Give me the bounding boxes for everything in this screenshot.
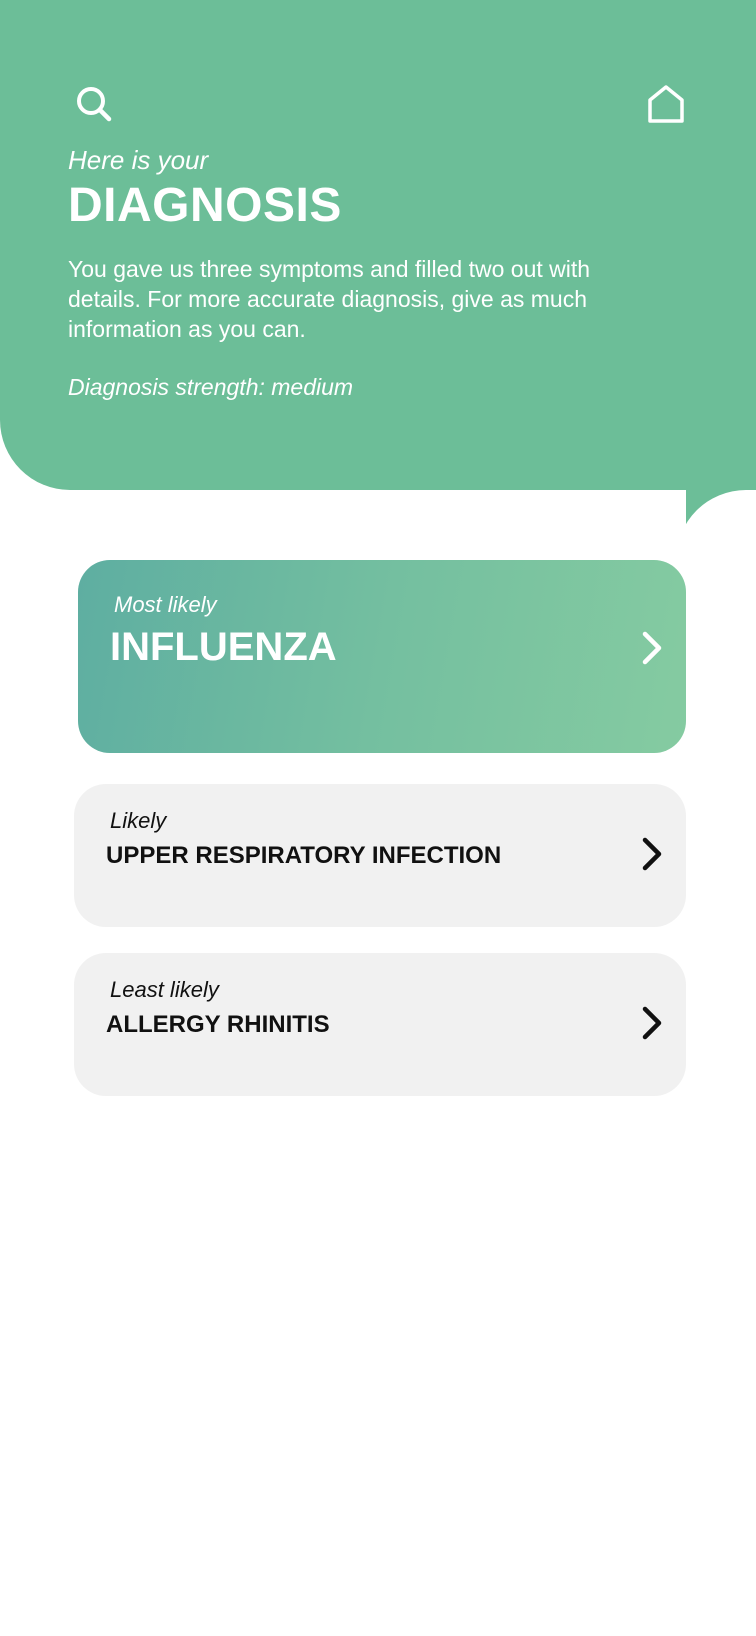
diagnosis-card-least-likely[interactable]: Least likely ALLERGY RHINITIS	[74, 953, 686, 1096]
home-icon	[648, 85, 684, 123]
diagnosis-name: UPPER RESPIRATORY INFECTION	[106, 842, 502, 869]
diagnosis-screen: Here is your DIAGNOSIS You gave us three…	[0, 0, 756, 1636]
header-pretitle: Here is your	[68, 145, 209, 175]
likelihood-label: Least likely	[110, 977, 219, 1002]
diagnosis-strength: Diagnosis strength: medium	[68, 374, 354, 400]
chevron-right-icon	[642, 837, 662, 871]
diagnosis-card-likely[interactable]: Likely UPPER RESPIRATORY INFECTION	[74, 784, 686, 927]
likelihood-label: Likely	[110, 808, 167, 833]
diagnosis-card-most-likely[interactable]: Most likely INFLUENZA	[78, 560, 686, 753]
search-icon	[77, 87, 112, 122]
diagnosis-name: INFLUENZA	[110, 625, 337, 669]
search-button[interactable]	[68, 78, 120, 130]
page-title: DIAGNOSIS	[68, 179, 342, 232]
header-panel	[0, 0, 756, 490]
header-description: You gave us three symptoms and filled tw…	[68, 256, 591, 342]
diagnosis-name: ALLERGY RHINITIS	[106, 1011, 330, 1038]
chevron-right-icon	[642, 631, 662, 665]
home-button[interactable]	[640, 78, 692, 130]
chevron-right-icon	[642, 1006, 662, 1040]
likelihood-label: Most likely	[114, 592, 217, 617]
